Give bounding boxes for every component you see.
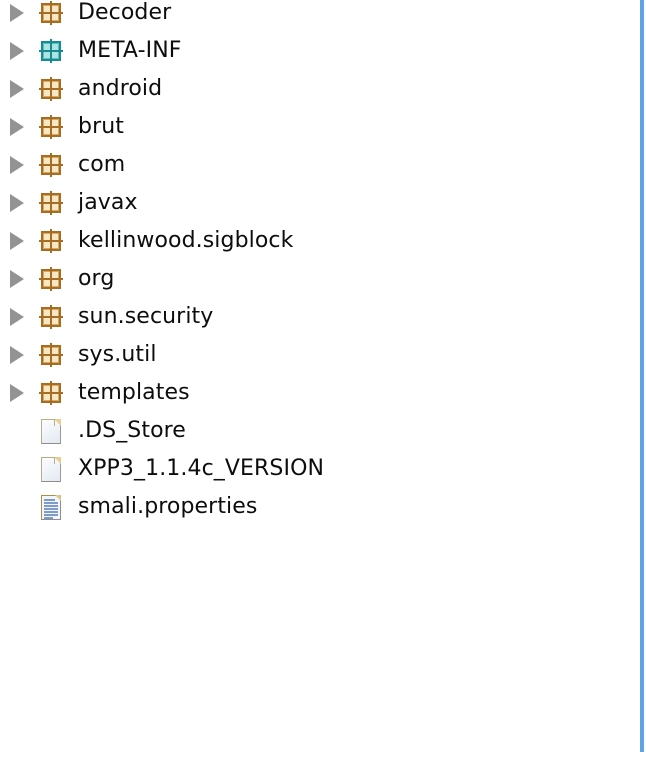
tree-row[interactable]: sys.util	[0, 336, 640, 374]
tree-row-icon	[32, 298, 70, 336]
tree-row-icon	[32, 488, 70, 526]
tree-row[interactable]: sun.security	[0, 298, 640, 336]
tree-row-icon	[32, 32, 70, 70]
tree-row-label: android	[78, 76, 163, 101]
chevron-right-icon[interactable]	[10, 108, 32, 146]
package-icon	[39, 305, 63, 329]
tree-row-icon	[32, 450, 70, 488]
tree-row-list: Decoder META-INF android brut com javax kellin…	[0, 0, 640, 526]
tree-row[interactable]: kellinwood.sigblock	[0, 222, 640, 260]
tree-row-label: smali.properties	[78, 494, 258, 519]
tree-row-label: javax	[78, 190, 138, 215]
chevron-right-icon[interactable]	[10, 70, 32, 108]
package-icon	[39, 381, 63, 405]
package-icon	[39, 77, 63, 101]
package-icon	[39, 115, 63, 139]
chevron-right-icon[interactable]	[10, 184, 32, 222]
tree-row[interactable]: javax	[0, 184, 640, 222]
tree-row-icon	[32, 260, 70, 298]
tree-row-label: templates	[78, 380, 190, 405]
chevron-right-icon[interactable]	[10, 146, 32, 184]
chevron-right-icon[interactable]	[10, 298, 32, 336]
tree-row-label: com	[78, 152, 126, 177]
tree-row-label: sun.security	[78, 304, 214, 329]
tree-row-label: XPP3_1.1.4c_VERSION	[78, 456, 325, 481]
tree-row-label: kellinwood.sigblock	[78, 228, 294, 253]
tree-row-icon	[32, 184, 70, 222]
chevron-right-icon[interactable]	[10, 336, 32, 374]
tree-row-label: Decoder	[78, 0, 172, 25]
package-icon	[39, 343, 63, 367]
tree-row[interactable]: META-INF	[0, 32, 640, 70]
package-icon	[39, 229, 63, 253]
resource-tree-panel[interactable]: Decoder META-INF android brut com javax kellin…	[0, 0, 640, 760]
file-document-icon	[41, 418, 61, 444]
chevron-right-icon[interactable]	[10, 222, 32, 260]
tree-row-label: brut	[78, 114, 124, 139]
package-icon	[39, 153, 63, 177]
tree-row[interactable]: templates	[0, 374, 640, 412]
tree-row[interactable]: .DS_Store	[0, 412, 640, 450]
tree-row[interactable]: com	[0, 146, 640, 184]
tree-row-label: .DS_Store	[78, 418, 186, 443]
tree-row-icon	[32, 222, 70, 260]
tree-row-icon	[32, 412, 70, 450]
package-icon	[39, 39, 63, 63]
tree-row-icon	[32, 70, 70, 108]
tree-row[interactable]: Decoder	[0, 0, 640, 32]
tree-row-icon	[32, 146, 70, 184]
tree-row[interactable]: smali.properties	[0, 488, 640, 526]
file-properties-icon	[41, 494, 61, 520]
tree-row[interactable]: XPP3_1.1.4c_VERSION	[0, 450, 640, 488]
chevron-right-icon[interactable]	[10, 374, 32, 412]
tree-row-icon	[32, 108, 70, 146]
chevron-right-icon[interactable]	[10, 0, 32, 32]
chevron-right-icon[interactable]	[10, 260, 32, 298]
tree-row[interactable]: org	[0, 260, 640, 298]
tree-row-label: org	[78, 266, 115, 291]
package-icon	[39, 1, 63, 25]
tree-row-label: META-INF	[78, 38, 182, 63]
tree-row[interactable]: brut	[0, 108, 640, 146]
tree-row-icon	[32, 0, 70, 32]
package-icon	[39, 191, 63, 215]
file-document-icon	[41, 456, 61, 482]
tree-row[interactable]: android	[0, 70, 640, 108]
chevron-right-icon[interactable]	[10, 32, 32, 70]
tree-row-icon	[32, 374, 70, 412]
tree-row-label: sys.util	[78, 342, 157, 367]
tree-row-icon	[32, 336, 70, 374]
right-accent-rail	[640, 0, 644, 752]
package-icon	[39, 267, 63, 291]
